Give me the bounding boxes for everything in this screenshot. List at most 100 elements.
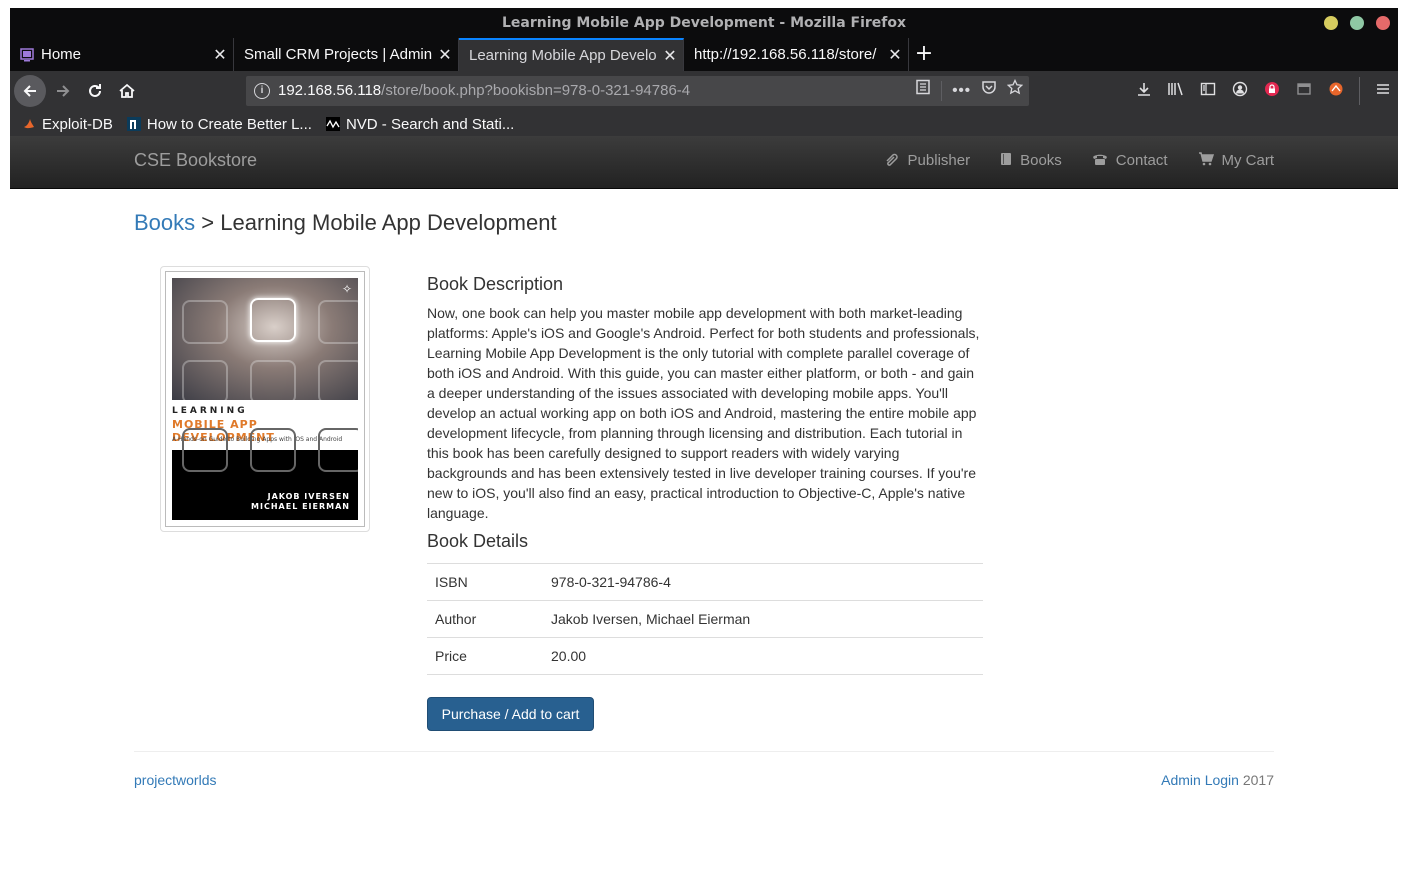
- extension-lock-icon[interactable]: [1263, 81, 1281, 101]
- download-icon[interactable]: [1135, 81, 1153, 101]
- bookmark-nvd[interactable]: NVD - Search and Stati...: [325, 115, 515, 133]
- url-path: /store/book.php?bookisbn=978-0-321-94786…: [381, 82, 691, 99]
- detail-value: 978-0-321-94786-4: [543, 563, 983, 601]
- tab-title: http://192.168.56.118/store/: [694, 46, 877, 63]
- detail-value: Jakob Iversen, Michael Eierman: [543, 600, 983, 638]
- close-icon[interactable]: ✕: [657, 46, 683, 66]
- bookmark-how-to-create[interactable]: How to Create Better L...: [126, 115, 312, 133]
- reload-icon[interactable]: [79, 75, 111, 107]
- footer-right: Admin Login 2017: [1161, 772, 1274, 788]
- cover-author: JAKOB IVERSEN: [267, 492, 350, 501]
- page-actions-icon[interactable]: •••: [952, 76, 971, 106]
- nav-publisher[interactable]: Publisher: [884, 152, 971, 169]
- cover-author: MICHAEL EIERMAN: [251, 502, 350, 511]
- cover-photo: ✧: [172, 278, 358, 404]
- cover-text: LEARNING: [172, 406, 248, 416]
- window-title: Learning Mobile App Development - Mozill…: [501, 15, 907, 31]
- book-cover-image: ✧ LEARNING MOBILE APP DEVELOPMENT A Hand…: [165, 271, 365, 527]
- book-description: Now, one book can help you master mobile…: [427, 305, 980, 521]
- bookmark-label: Exploit-DB: [42, 115, 113, 133]
- footer-divider: [134, 751, 1274, 752]
- tab-store[interactable]: http://192.168.56.118/store/ ✕: [684, 38, 909, 71]
- paperclip-icon: [884, 152, 900, 169]
- tab-current-book[interactable]: Learning Mobile App Develop ✕: [459, 38, 684, 71]
- breadcrumb-separator: >: [201, 210, 215, 235]
- purchase-add-to-cart-button[interactable]: Purchase / Add to cart: [427, 697, 594, 731]
- bookmark-label: How to Create Better L...: [146, 115, 312, 133]
- back-arrow-icon[interactable]: [14, 75, 46, 107]
- detail-key: Price: [427, 637, 543, 675]
- close-window-button[interactable]: [1376, 16, 1390, 30]
- forward-arrow-icon[interactable]: [47, 75, 79, 107]
- detail-key: Author: [427, 600, 543, 638]
- cover-authors: JAKOB IVERSEN MICHAEL EIERMAN: [251, 492, 350, 512]
- extension-icon[interactable]: [1327, 81, 1345, 101]
- account-icon[interactable]: [1231, 81, 1249, 101]
- breadcrumb-current: Learning Mobile App Development: [220, 210, 557, 235]
- book-details-table: ISBN 978-0-321-94786-4 Author Jakob Iver…: [427, 563, 983, 675]
- nav-books[interactable]: Books: [1000, 152, 1062, 169]
- nav-my-cart[interactable]: My Cart: [1198, 152, 1275, 169]
- toolbar-right: [1135, 75, 1392, 107]
- details-heading: Book Details: [427, 531, 529, 551]
- page-icon: [20, 47, 34, 62]
- window-icon[interactable]: [1295, 81, 1313, 101]
- table-row: Author Jakob Iversen, Michael Eierman: [427, 600, 983, 638]
- navigation-toolbar: i 192.168.56.118/store/book.php?bookisbn…: [10, 71, 1398, 111]
- hamburger-menu-icon[interactable]: [1374, 81, 1392, 101]
- tab-title: Small CRM Projects | Admin: [244, 46, 432, 63]
- cart-icon: [1198, 152, 1214, 169]
- site-brand[interactable]: CSE Bookstore: [134, 150, 257, 171]
- site-navbar: CSE Bookstore Publisher Books Contact My…: [10, 136, 1398, 189]
- reader-view-icon[interactable]: [915, 76, 931, 106]
- table-row: ISBN 978-0-321-94786-4: [427, 563, 983, 601]
- close-icon[interactable]: ✕: [432, 45, 458, 65]
- url-host: 192.168.56.118: [278, 82, 382, 99]
- book-info: Book Description Now, one book can help …: [427, 274, 983, 675]
- exploit-db-icon: [22, 117, 36, 131]
- tab-title: Learning Mobile App Develop: [469, 47, 657, 64]
- title-bar: Learning Mobile App Development - Mozill…: [10, 8, 1398, 38]
- nav-label: Contact: [1115, 152, 1168, 169]
- sidebar-icon[interactable]: [1199, 81, 1217, 101]
- nav-contact[interactable]: Contact: [1092, 152, 1168, 169]
- pocket-icon[interactable]: [981, 76, 997, 106]
- divider: [941, 81, 943, 101]
- bookmark-star-icon[interactable]: [1006, 76, 1024, 106]
- tab-crm[interactable]: Small CRM Projects | Admin ✕: [234, 38, 459, 71]
- nvd-icon: [325, 117, 340, 131]
- admin-login-link[interactable]: Admin Login: [1161, 772, 1239, 788]
- close-icon[interactable]: ✕: [207, 45, 233, 65]
- minimize-button[interactable]: [1324, 16, 1338, 30]
- tab-home[interactable]: Home ✕: [10, 38, 234, 71]
- breadcrumb: Books > Learning Mobile App Development: [134, 210, 557, 236]
- detail-key: ISBN: [427, 563, 543, 601]
- table-row: Price 20.00: [427, 637, 983, 675]
- footer-projectworlds-link[interactable]: projectworlds: [134, 772, 216, 788]
- bookmarks-toolbar: Exploit-DB How to Create Better L... NVD…: [10, 111, 1398, 137]
- close-icon[interactable]: ✕: [882, 45, 908, 65]
- n-icon: [126, 117, 141, 131]
- maximize-button[interactable]: [1350, 16, 1364, 30]
- book-cover-thumbnail: ✧ LEARNING MOBILE APP DEVELOPMENT A Hand…: [160, 266, 370, 532]
- bookmark-exploit-db[interactable]: Exploit-DB: [22, 116, 113, 133]
- book-icon: [1000, 152, 1012, 169]
- nav-label: My Cart: [1221, 152, 1275, 169]
- footer-year: 2017: [1242, 772, 1274, 788]
- nav-label: Books: [1020, 152, 1062, 169]
- home-icon[interactable]: [111, 75, 143, 107]
- library-icon[interactable]: [1167, 81, 1185, 101]
- url-actions: •••: [915, 76, 1024, 106]
- new-tab-icon[interactable]: +: [909, 38, 939, 71]
- description-heading: Book Description: [427, 274, 564, 294]
- phone-icon: [1092, 152, 1108, 169]
- url-text[interactable]: 192.168.56.118/store/book.php?bookisbn=9…: [278, 76, 690, 106]
- tab-title: Home: [41, 46, 82, 63]
- nav-label: Publisher: [907, 152, 971, 169]
- bookmark-label: NVD - Search and Stati...: [345, 115, 515, 133]
- url-bar[interactable]: i 192.168.56.118/store/book.php?bookisbn…: [246, 76, 1029, 106]
- site-info-icon[interactable]: i: [254, 83, 270, 99]
- tab-bar: Home ✕ Small CRM Projects | Admin ✕ Lear…: [10, 38, 1398, 71]
- breadcrumb-books-link[interactable]: Books: [134, 210, 195, 235]
- site-menu: Publisher Books Contact My Cart: [884, 152, 1274, 169]
